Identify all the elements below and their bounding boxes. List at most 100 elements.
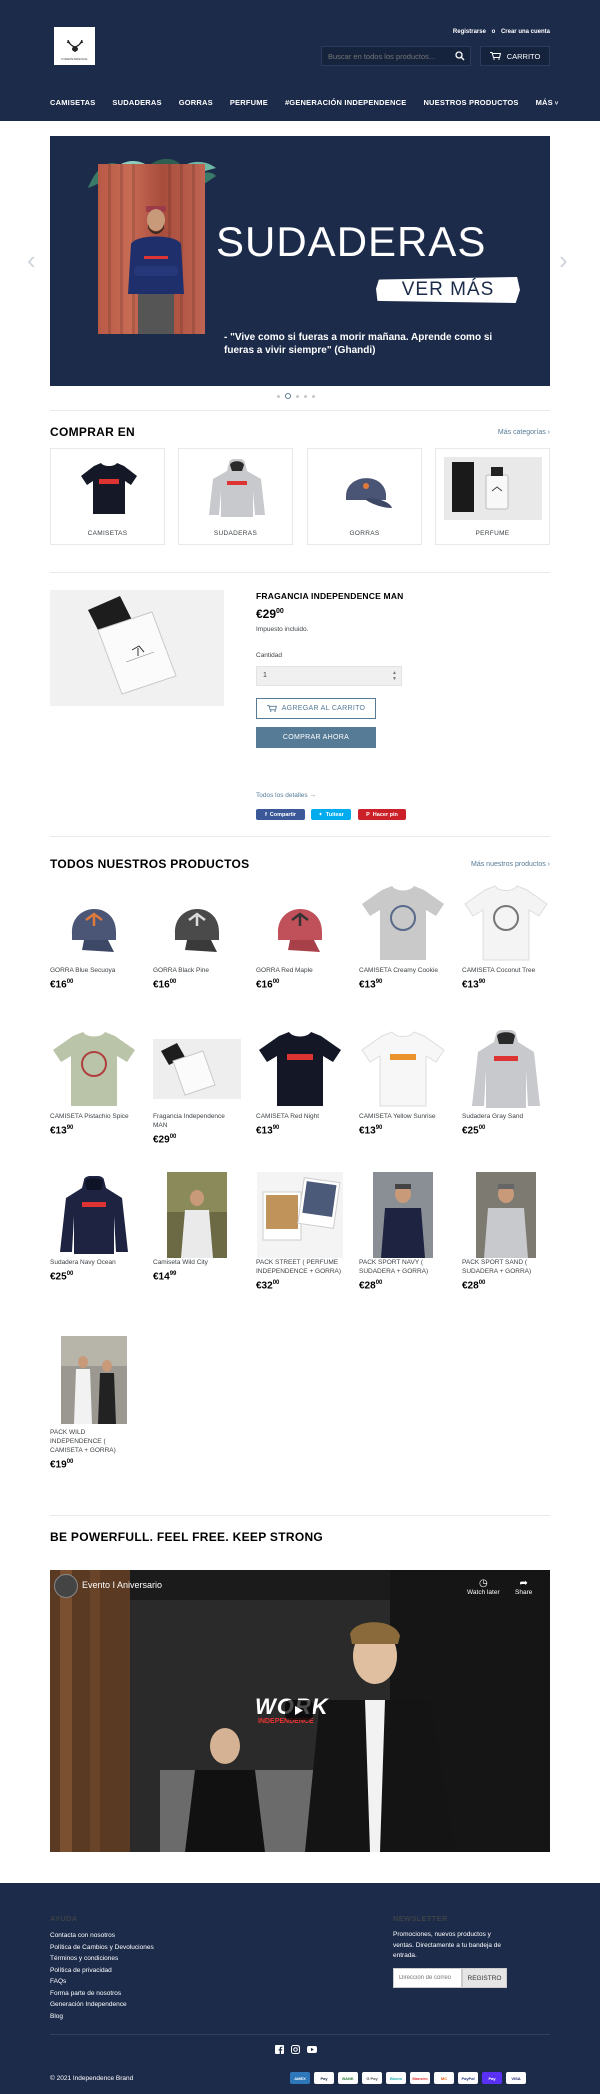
footer-link[interactable]: Política de privacidad xyxy=(50,1965,154,1977)
slider-dot-active[interactable] xyxy=(285,393,291,399)
nav-item-gorras[interactable]: GORRAS xyxy=(179,98,213,107)
hero-cta-button[interactable]: VER MÁS xyxy=(376,277,520,303)
product-card[interactable]: Fragancia Independence MAN €2900 xyxy=(153,1030,241,1145)
product-card[interactable]: CAMISETA Coconut Tree €1390 xyxy=(462,884,550,990)
product-card[interactable]: Sudadera Navy Ocean €2500 xyxy=(50,1176,138,1282)
site-header: INDEPENDENCE Registrarse o Crear una cue… xyxy=(0,0,600,121)
nav-item-perfume[interactable]: PERFUME xyxy=(230,98,268,107)
price-cents: 90 xyxy=(478,979,486,985)
buy-now-button[interactable]: COMPRAR AHORA xyxy=(256,727,376,748)
newsletter-heading: NEWSLETTER xyxy=(393,1914,448,1923)
nav-item-sudaderas[interactable]: SUDADERAS xyxy=(112,98,161,107)
paypal-icon: PayPal xyxy=(458,2072,478,2084)
price-cents: 00 xyxy=(375,1280,383,1286)
nav-item-camisetas[interactable]: CAMISETAS xyxy=(50,98,95,107)
nav-item-generacion[interactable]: #GENERACIÓN INDEPENDENCE xyxy=(285,98,407,107)
product-card[interactable]: PACK WILD INDEPENDENCE ( CAMISETA + GORR… xyxy=(50,1336,138,1470)
nav-item-mas[interactable]: MÁS ˅ xyxy=(536,98,559,107)
footer-link[interactable]: Blog xyxy=(50,2011,154,2023)
share-video-label: Share xyxy=(515,1589,533,1596)
product-name: CAMISETA Creamy Cookie xyxy=(359,967,438,974)
watch-later-button[interactable]: ◷ Watch later xyxy=(467,1578,500,1596)
quantity-stepper[interactable]: 1 ▲ ▼ xyxy=(256,666,402,686)
video-title[interactable]: Evento I Aniversario xyxy=(82,1580,162,1590)
logo-text: INDEPENDENCE xyxy=(61,57,88,61)
search-button[interactable] xyxy=(450,46,470,66)
google-pay-icon: G Pay xyxy=(362,2072,382,2084)
product-card[interactable]: Sudadera Gray Sand €2500 xyxy=(462,1030,550,1136)
nav-item-productos[interactable]: NUESTROS PRODUCTOS xyxy=(423,98,518,107)
product-price: €1600 xyxy=(50,979,138,990)
register-link[interactable]: Registrarse xyxy=(453,29,486,35)
brand-logo[interactable]: INDEPENDENCE xyxy=(54,27,95,65)
share-pinterest-button[interactable]: P Hacer pin xyxy=(358,809,406,820)
footer-link[interactable]: Términos y condiciones xyxy=(50,1953,154,1965)
newsletter-subscribe-button[interactable]: REGISTRO xyxy=(462,1968,507,1988)
price-cents: 00 xyxy=(478,1125,486,1131)
full-details-link[interactable]: Todos los detalles → xyxy=(256,792,316,799)
more-categories-link[interactable]: Más categorías › xyxy=(498,429,550,436)
product-card[interactable]: CAMISETA Red Night €1390 xyxy=(256,1030,344,1136)
instagram-icon[interactable] xyxy=(291,2045,300,2054)
help-heading: AYUDA xyxy=(50,1914,78,1923)
share-facebook-button[interactable]: f Compartir xyxy=(256,809,305,820)
footer-link[interactable]: Política de Cambios y Devoluciones xyxy=(50,1942,154,1954)
product-card[interactable]: CAMISETA Creamy Cookie €1390 xyxy=(359,884,447,990)
collection-label: PERFUME xyxy=(475,530,510,537)
share-video-button[interactable]: ➦ Share xyxy=(515,1578,532,1596)
slider-dot[interactable] xyxy=(312,394,315,398)
facebook-icon[interactable] xyxy=(275,2045,284,2054)
footer-link[interactable]: FAQs xyxy=(50,1976,154,1988)
product-image xyxy=(256,884,344,962)
product-image xyxy=(256,1172,344,1258)
collection-card-sudaderas[interactable]: SUDADERAS xyxy=(178,448,293,545)
product-price: €1390 xyxy=(359,979,447,990)
featured-product-title[interactable]: FRAGANCIA INDEPENDENCE MAN xyxy=(256,591,404,601)
search-input[interactable] xyxy=(322,51,450,61)
product-image xyxy=(359,1172,447,1258)
add-to-cart-button[interactable]: AGREGAR AL CARRITO xyxy=(256,698,376,719)
channel-avatar[interactable] xyxy=(54,1574,78,1598)
chevron-left-icon[interactable]: ‹ xyxy=(27,245,36,276)
more-products-link[interactable]: Más nuestros productos › xyxy=(471,861,550,868)
newsletter-email-input[interactable] xyxy=(393,1968,462,1988)
product-card[interactable]: PACK SPORT NAVY ( SUDADERA + GORRA) €280… xyxy=(359,1172,447,1291)
product-card[interactable]: CAMISETA Pistachio Spice €1390 xyxy=(50,1030,138,1136)
product-card[interactable]: PACK SPORT SAND ( SUDADERA + GORRA) €280… xyxy=(462,1172,550,1291)
create-account-link[interactable]: Crear una cuenta xyxy=(501,29,550,35)
add-to-cart-label: AGREGAR AL CARRITO xyxy=(281,705,366,712)
price-cents: 90 xyxy=(272,1125,280,1131)
product-card[interactable]: GORRA Black Pine €1600 xyxy=(153,884,241,990)
product-card[interactable]: GORRA Red Maple €1600 xyxy=(256,884,344,990)
featured-product-image[interactable] xyxy=(50,590,224,706)
video-player[interactable]: WORK INDEPENDENCE Evento I Aniversario ◷… xyxy=(50,1570,550,1852)
stepper-arrows-icon[interactable]: ▲ ▼ xyxy=(392,670,397,682)
price-cents: 00 xyxy=(66,1459,74,1465)
play-button[interactable] xyxy=(285,1700,313,1720)
footer-link[interactable]: Forma parte de nosotros xyxy=(50,1988,154,2000)
product-price: €1390 xyxy=(256,1125,344,1136)
collection-card-perfume[interactable]: PERFUME xyxy=(435,448,550,545)
product-card[interactable]: Camiseta Wild City €1499 xyxy=(153,1172,241,1282)
hero-slide[interactable]: SUDADERAS VER MÁS - "Vive como si fueras… xyxy=(50,136,550,386)
footer-link[interactable]: Contacta con nosotros xyxy=(50,1930,154,1942)
perfume-image xyxy=(444,457,542,520)
cart-button[interactable]: CARRITO xyxy=(480,46,550,66)
slider-dot[interactable] xyxy=(277,394,280,398)
product-image xyxy=(50,884,138,962)
youtube-icon[interactable] xyxy=(307,2045,317,2054)
chevron-right-icon[interactable]: › xyxy=(559,245,568,276)
slider-dot[interactable] xyxy=(304,394,307,398)
collection-label: CAMISETAS xyxy=(87,530,128,537)
slider-dot[interactable] xyxy=(296,394,299,398)
product-card[interactable]: GORRA Blue Secuoya €1600 xyxy=(50,884,138,990)
share-twitter-button[interactable]: ✦ Tuitear xyxy=(311,809,351,820)
product-name: Sudadera Gray Sand xyxy=(462,1113,524,1120)
product-card[interactable]: PACK STREET ( PERFUME INDEPENDENCE + GOR… xyxy=(256,1172,344,1291)
collection-image xyxy=(66,457,151,520)
collection-card-camisetas[interactable]: CAMISETAS xyxy=(50,448,165,545)
product-image xyxy=(50,1030,138,1108)
footer-link[interactable]: Generación Independence xyxy=(50,1999,154,2011)
product-card[interactable]: CAMISETA Yellow Sunrise €1390 xyxy=(359,1030,447,1136)
collection-card-gorras[interactable]: GORRAS xyxy=(307,448,422,545)
